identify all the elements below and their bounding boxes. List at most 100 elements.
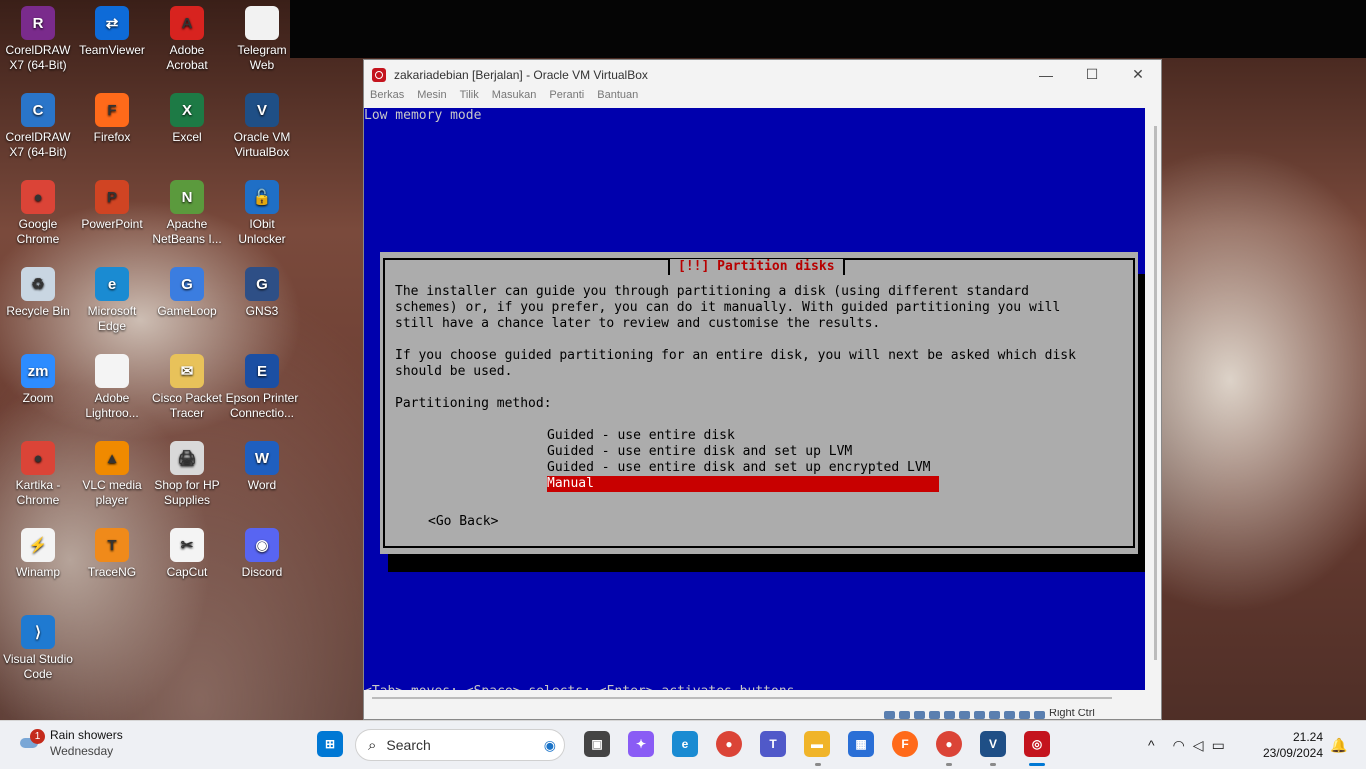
coreldraw-icon: C	[21, 93, 55, 127]
copilot-icon[interactable]: ✦	[628, 731, 654, 757]
menu-peranti[interactable]: Peranti	[549, 89, 584, 107]
desktop-shortcut[interactable]: zm Zoom	[0, 354, 76, 406]
acrobat-icon: A	[170, 6, 204, 40]
window-titlebar[interactable]: zakariadebian [Berjalan] - Oracle VM Vir…	[364, 60, 1161, 89]
desktop-shortcut[interactable]: ♻ Recycle Bin	[0, 267, 76, 319]
file-explorer-icon[interactable]: ▬	[804, 731, 830, 757]
desktop-shortcut[interactable]: R CorelDRAW X7 (64-Bit)	[0, 6, 76, 73]
host-key-label: Right Ctrl	[1049, 709, 1095, 719]
desktop-shortcut[interactable]: ✂ CapCut	[149, 528, 225, 580]
menu-bantuan[interactable]: Bantuan	[597, 89, 638, 107]
volume-icon[interactable]: ◁	[1193, 737, 1204, 754]
desktop-shortcut[interactable]: Adobe Lightroo...	[74, 354, 150, 421]
menu-berkas[interactable]: Berkas	[370, 89, 404, 107]
tray-chevron-icon[interactable]: ^	[1148, 737, 1155, 753]
desktop-shortcut[interactable]: T TraceNG	[74, 528, 150, 580]
vm-screen[interactable]: Low memory mode [!!] Partition disks The…	[364, 108, 1145, 690]
keyboard-status-icon[interactable]	[1034, 711, 1045, 719]
desktop-shortcut[interactable]: ⚡ Winamp	[0, 528, 76, 580]
desktop-shortcut[interactable]: ⟩ Visual Studio Code	[0, 615, 76, 682]
horizontal-scrollbar[interactable]	[372, 697, 1112, 699]
vm-session-taskbar-icon[interactable]: ◎	[1024, 731, 1050, 757]
firefox-taskbar-icon[interactable]: F	[892, 731, 918, 757]
desktop-shortcut-label: Visual Studio Code	[3, 652, 73, 681]
running-indicator	[990, 763, 996, 766]
desktop-shortcut-label: Winamp	[15, 565, 60, 579]
desktop-shortcut[interactable]: E Epson Printer Connectio...	[224, 354, 300, 421]
desktop-shortcut[interactable]: P PowerPoint	[74, 180, 150, 232]
low-memory-notice: Low memory mode	[364, 108, 482, 123]
option-guided-encrypted-lvm[interactable]: Guided - use entire disk and set up encr…	[547, 460, 939, 476]
battery-icon[interactable]: ▭	[1212, 737, 1225, 754]
rain-icon: 1	[18, 729, 45, 754]
desktop-shortcut[interactable]: G GNS3	[224, 267, 300, 319]
usb-status-icon[interactable]	[944, 711, 955, 719]
virtualbox-window[interactable]: zakariadebian [Berjalan] - Oracle VM Vir…	[363, 59, 1162, 720]
close-button[interactable]: ✕	[1115, 60, 1161, 89]
search-box[interactable]: ⌕ Search ◉	[355, 729, 565, 761]
display-status-icon[interactable]	[974, 711, 985, 719]
chrome-profile-taskbar-icon[interactable]: ●	[936, 731, 962, 757]
discord-icon: ◉	[245, 528, 279, 562]
desktop-shortcut[interactable]: 🖨 Shop for HP Supplies	[149, 441, 225, 508]
audio-status-icon[interactable]	[914, 711, 925, 719]
desktop-shortcut[interactable]: C CorelDRAW X7 (64-Bit)	[0, 93, 76, 160]
unlocker-icon: 🔓	[245, 180, 279, 214]
teams-taskbar-icon[interactable]: T	[760, 731, 786, 757]
desktop-shortcut[interactable]: ● Google Chrome	[0, 180, 76, 247]
menu-masukan[interactable]: Masukan	[492, 89, 537, 107]
start-windows-icon[interactable]: ⊞	[317, 731, 343, 757]
menu-tilik[interactable]: Tilik	[460, 89, 479, 107]
winamp-icon: ⚡	[21, 528, 55, 562]
notification-bell-icon[interactable]: 🔔	[1330, 721, 1347, 769]
desktop-shortcut[interactable]: e Microsoft Edge	[74, 267, 150, 334]
optical-status-icon[interactable]	[899, 711, 910, 719]
running-indicator	[946, 763, 952, 766]
clock-date: 23/09/2024	[1262, 746, 1323, 760]
edge-taskbar-icon[interactable]: e	[672, 731, 698, 757]
desktop-shortcut[interactable]: X Excel	[149, 93, 225, 145]
desktop-shortcut[interactable]: F Firefox	[74, 93, 150, 145]
cpu-status-icon[interactable]	[1004, 711, 1015, 719]
search-highlight-icon: ◉	[543, 736, 556, 753]
clock-time: 21.24	[1292, 730, 1323, 744]
network-status-icon[interactable]	[929, 711, 940, 719]
weather-widget[interactable]: 1 Rain showers Wednesday	[18, 727, 123, 759]
wifi-icon[interactable]: ◠	[1173, 737, 1185, 754]
desktop-shortcut[interactable]: ⇄ TeamViewer	[74, 6, 150, 58]
option-guided-lvm[interactable]: Guided - use entire disk and set up LVM	[547, 444, 939, 460]
desktop-shortcut[interactable]: ◉ Discord	[224, 528, 300, 580]
desktop-shortcut-label: PowerPoint	[81, 217, 143, 231]
desktop-shortcut[interactable]: N Apache NetBeans I...	[149, 180, 225, 247]
winrar-icon: R	[21, 6, 55, 40]
option-manual[interactable]: Manual	[547, 476, 939, 492]
option-guided-entire-disk[interactable]: Guided - use entire disk	[547, 428, 939, 444]
vertical-scrollbar[interactable]	[1154, 126, 1157, 660]
maximize-button[interactable]: ☐	[1069, 60, 1115, 89]
desktop-shortcut[interactable]: V Oracle VM VirtualBox	[224, 93, 300, 160]
desktop-shortcut-label: Zoom	[22, 391, 54, 405]
desktop-shortcut[interactable]: ▲ VLC media player	[74, 441, 150, 508]
hdd-status-icon[interactable]	[884, 711, 895, 719]
virtualbox-icon: V	[245, 93, 279, 127]
microsoft-store-icon[interactable]: ▦	[848, 731, 874, 757]
menu-mesin[interactable]: Mesin	[417, 89, 446, 107]
desktop-shortcut[interactable]: G GameLoop	[149, 267, 225, 319]
virtualbox-taskbar-icon[interactable]: V	[980, 731, 1006, 757]
system-tray: ^ ◠ ◁ ▭	[1148, 721, 1225, 769]
shared-folder-status-icon[interactable]	[959, 711, 970, 719]
go-back-button[interactable]: <Go Back>	[428, 514, 498, 529]
minimize-button[interactable]: —	[1023, 60, 1069, 89]
clock[interactable]: 21.24 23/09/2024	[1255, 729, 1323, 761]
desktop-shortcut[interactable]: Telegram Web	[224, 6, 300, 73]
desktop-shortcut[interactable]: W Word	[224, 441, 300, 493]
mouse-integration-icon[interactable]	[1019, 711, 1030, 719]
desktop-shortcut[interactable]: ✉ Cisco Packet Tracer	[149, 354, 225, 421]
desktop-shortcut[interactable]: A Adobe Acrobat	[149, 6, 225, 73]
chrome-taskbar-icon[interactable]: ●	[716, 731, 742, 757]
desktop-shortcut[interactable]: 🔓 IObit Unlocker	[224, 180, 300, 247]
task-view-icon[interactable]: ▣	[584, 731, 610, 757]
desktop-shortcut[interactable]: ● Kartika - Chrome	[0, 441, 76, 508]
desktop-shortcut-label: Cisco Packet Tracer	[151, 391, 223, 420]
recording-status-icon[interactable]	[989, 711, 1000, 719]
